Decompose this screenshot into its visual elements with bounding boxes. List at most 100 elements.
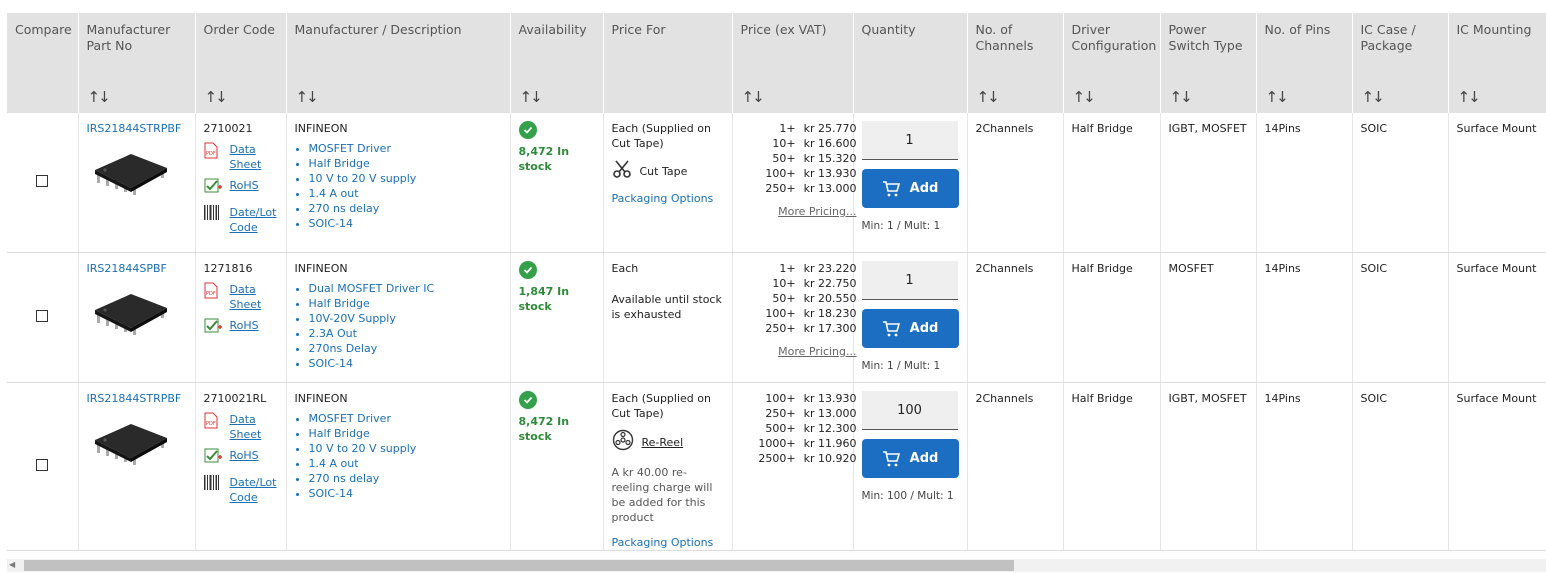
sort-icon[interactable]: ↑↓ [205, 89, 228, 105]
horizontal-scrollbar[interactable]: ◀ [7, 559, 1546, 572]
feature-item[interactable]: 270ns Delay [309, 341, 502, 356]
product-image[interactable] [91, 150, 187, 200]
header-channels[interactable]: No. of Channels ↑↓ [967, 13, 1064, 113]
feature-item[interactable]: MOSFET Driver [309, 411, 502, 426]
sort-icon[interactable]: ↑↓ [1266, 89, 1289, 105]
feature-item[interactable]: SOIC-14 [309, 356, 502, 371]
datasheet-link[interactable]: PDF Data Sheet [204, 282, 278, 312]
feature-item[interactable]: Dual MOSFET Driver IC [309, 281, 502, 296]
datelot-label[interactable]: Date/Lot Code [230, 205, 278, 235]
packaging-label[interactable]: Re-Reel [642, 435, 684, 450]
rohs-label[interactable]: RoHS [230, 318, 259, 333]
price-qty: 250+ [765, 407, 796, 420]
sort-icon[interactable]: ↑↓ [1170, 89, 1193, 105]
header-driver-configuration[interactable]: Driver Configuration ↑↓ [1063, 13, 1161, 113]
more-pricing-link[interactable]: More Pricing... [749, 204, 856, 219]
mpn-link[interactable]: IRS21844STRPBF [87, 122, 182, 135]
feature-item[interactable]: SOIC-14 [309, 486, 502, 501]
add-to-cart-button[interactable]: Add [861, 309, 959, 348]
price-qty: 50+ [772, 152, 796, 165]
header-order-code[interactable]: Order Code ↑↓ [195, 13, 287, 113]
mpn-link[interactable]: IRS21844SPBF [87, 262, 167, 275]
feature-item[interactable]: 1.4 A out [309, 186, 502, 201]
packaging-options-link[interactable]: Packaging Options [612, 191, 724, 206]
sort-icon[interactable]: ↑↓ [742, 89, 765, 105]
header-ic-mounting[interactable]: IC Mounting ↑↓ [1448, 13, 1546, 113]
sort-icon[interactable]: ↑↓ [977, 89, 1000, 105]
sort-icon[interactable]: ↑↓ [88, 89, 111, 105]
feature-item[interactable]: MOSFET Driver [309, 141, 502, 156]
scroll-left-arrow-icon[interactable]: ◀ [9, 560, 15, 569]
datelot-link[interactable]: Date/Lot Code [203, 205, 278, 235]
header-power-switch-type[interactable]: Power Switch Type ↑↓ [1160, 13, 1257, 113]
feature-item[interactable]: SOIC-14 [309, 216, 502, 231]
ic-mounting-cell: Surface Mount [1448, 113, 1546, 253]
min-mult: Min: 1 / Mult: 1 [861, 360, 941, 372]
price-value: kr 23.220 [803, 262, 857, 275]
header-ic-case[interactable]: IC Case / Package ↑↓ [1352, 13, 1449, 113]
sort-icon[interactable]: ↑↓ [1458, 89, 1481, 105]
feature-item[interactable]: 10 V to 20 V supply [309, 441, 502, 456]
product-image[interactable] [91, 420, 187, 470]
datasheet-link[interactable]: PDF Data Sheet [204, 142, 278, 172]
rohs-link[interactable]: RoHS [204, 318, 278, 339]
pdf-icon: PDF [204, 412, 224, 433]
quantity-input[interactable] [861, 391, 958, 430]
quantity-input[interactable] [861, 261, 958, 300]
price-value: kr 13.930 [803, 167, 857, 180]
sort-icon[interactable]: ↑↓ [1362, 89, 1385, 105]
feature-item[interactable]: 10 V to 20 V supply [309, 171, 502, 186]
feature-item[interactable]: Half Bridge [309, 426, 502, 441]
header-label: Compare [15, 22, 72, 37]
header-label: Manufacturer Part No [86, 22, 171, 53]
svg-text:PDF: PDF [206, 291, 216, 297]
header-availability[interactable]: Availability ↑↓ [510, 13, 604, 113]
scrollbar-thumb[interactable] [24, 560, 1014, 571]
rohs-link[interactable]: RoHS [204, 448, 278, 469]
datelot-link[interactable]: Date/Lot Code [203, 475, 278, 505]
rohs-link[interactable]: RoHS [204, 178, 278, 199]
rohs-label[interactable]: RoHS [230, 448, 259, 463]
datelot-label[interactable]: Date/Lot Code [230, 475, 278, 505]
channels-cell: 2Channels [967, 113, 1064, 253]
header-pins[interactable]: No. of Pins ↑↓ [1256, 13, 1353, 113]
more-pricing-link[interactable]: More Pricing... [749, 344, 856, 359]
compare-checkbox[interactable] [36, 174, 49, 187]
feature-item[interactable]: 270 ns delay [309, 201, 502, 216]
feature-item[interactable]: 1.4 A out [309, 456, 502, 471]
driver-config-cell: Half Bridge [1063, 252, 1161, 383]
packaging-options-link[interactable]: Packaging Options [612, 535, 724, 550]
add-to-cart-button[interactable]: Add [861, 169, 959, 208]
sort-icon[interactable]: ↑↓ [296, 89, 319, 105]
compare-cell [7, 113, 79, 253]
rohs-label[interactable]: RoHS [230, 178, 259, 193]
compare-checkbox[interactable] [36, 309, 49, 322]
power-switch-cell: IGBT, MOSFET [1160, 113, 1257, 253]
sort-icon[interactable]: ↑↓ [1073, 89, 1096, 105]
header-mpn[interactable]: Manufacturer Part No ↑↓ [78, 13, 196, 113]
datasheet-label[interactable]: Data Sheet [230, 142, 278, 172]
feature-item[interactable]: 2.3A Out [309, 326, 502, 341]
feature-item[interactable]: Half Bridge [309, 156, 502, 171]
price-value: kr 15.320 [803, 152, 857, 165]
header-price[interactable]: Price (ex VAT) ↑↓ [732, 13, 854, 113]
feature-item[interactable]: 270 ns delay [309, 471, 502, 486]
datasheet-label[interactable]: Data Sheet [230, 282, 278, 312]
in-stock-check-icon [518, 261, 537, 279]
price-qty: 50+ [772, 292, 796, 305]
feature-item[interactable]: 10V-20V Supply [309, 311, 502, 326]
ic-case-cell: SOIC [1352, 252, 1449, 383]
compare-checkbox[interactable] [36, 458, 49, 471]
add-to-cart-button[interactable]: Add [861, 439, 959, 478]
reel-charge-note: A kr 40.00 re-reeling charge will be add… [611, 466, 713, 524]
header-manufacturer-description[interactable]: Manufacturer / Description ↑↓ [286, 13, 511, 113]
datasheet-link[interactable]: PDF Data Sheet [204, 412, 278, 442]
price-qty: 250+ [765, 182, 796, 195]
feature-item[interactable]: Half Bridge [309, 296, 502, 311]
datasheet-label[interactable]: Data Sheet [230, 412, 278, 442]
mpn-link[interactable]: IRS21844STRPBF [87, 392, 182, 405]
quantity-input[interactable] [861, 121, 958, 160]
product-image[interactable] [91, 290, 187, 340]
sort-icon[interactable]: ↑↓ [520, 89, 543, 105]
price-qty: 100+ [765, 307, 796, 320]
